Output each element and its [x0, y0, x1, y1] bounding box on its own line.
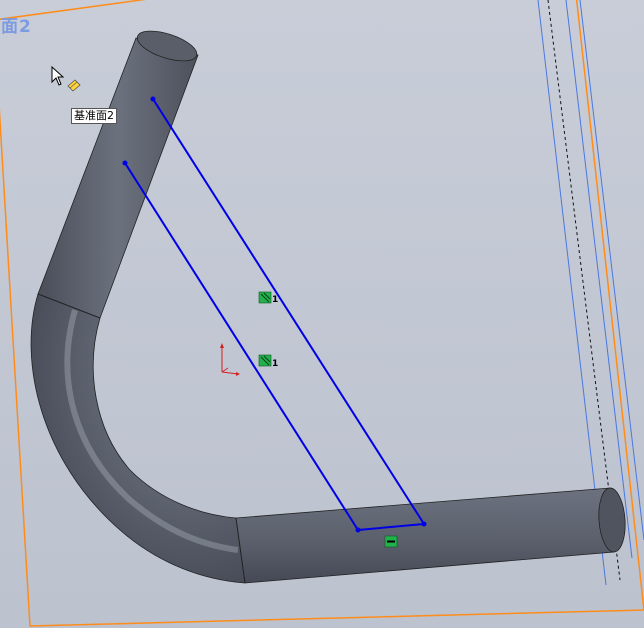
- parallel-relation-icon[interactable]: [258, 291, 272, 304]
- plane-name-label[interactable]: 面2: [1, 12, 32, 37]
- sketch-line-right[interactable]: [152, 98, 425, 525]
- plane-edge-line: [565, 0, 633, 559]
- coordinate-triad-icon: [220, 343, 240, 376]
- tube-lower-segment[interactable]: [235, 487, 615, 584]
- parallel-relation-icon[interactable]: [258, 354, 272, 367]
- plane-select-icon: [67, 79, 81, 92]
- sketch-line-left[interactable]: [124, 162, 359, 531]
- arrow-pointer-icon: [51, 66, 81, 92]
- relation-label: 1: [272, 295, 278, 305]
- relation-label: 1: [272, 359, 278, 369]
- sketch-endpoint[interactable]: [150, 96, 156, 102]
- plane-edge-line: [579, 0, 644, 541]
- model-scene[interactable]: 1 1: [0, 0, 644, 628]
- sketch-endpoint[interactable]: [355, 527, 361, 533]
- sketch[interactable]: [122, 96, 427, 533]
- horizontal-relation-icon[interactable]: [384, 535, 398, 548]
- sketch-endpoint[interactable]: [421, 521, 427, 527]
- sketch-endpoint[interactable]: [122, 160, 128, 166]
- graphics-viewport[interactable]: 1 1 面2 基准面2: [0, 0, 644, 628]
- tube-bend[interactable]: [30, 293, 246, 584]
- plane-tooltip: 基准面2: [71, 108, 117, 124]
